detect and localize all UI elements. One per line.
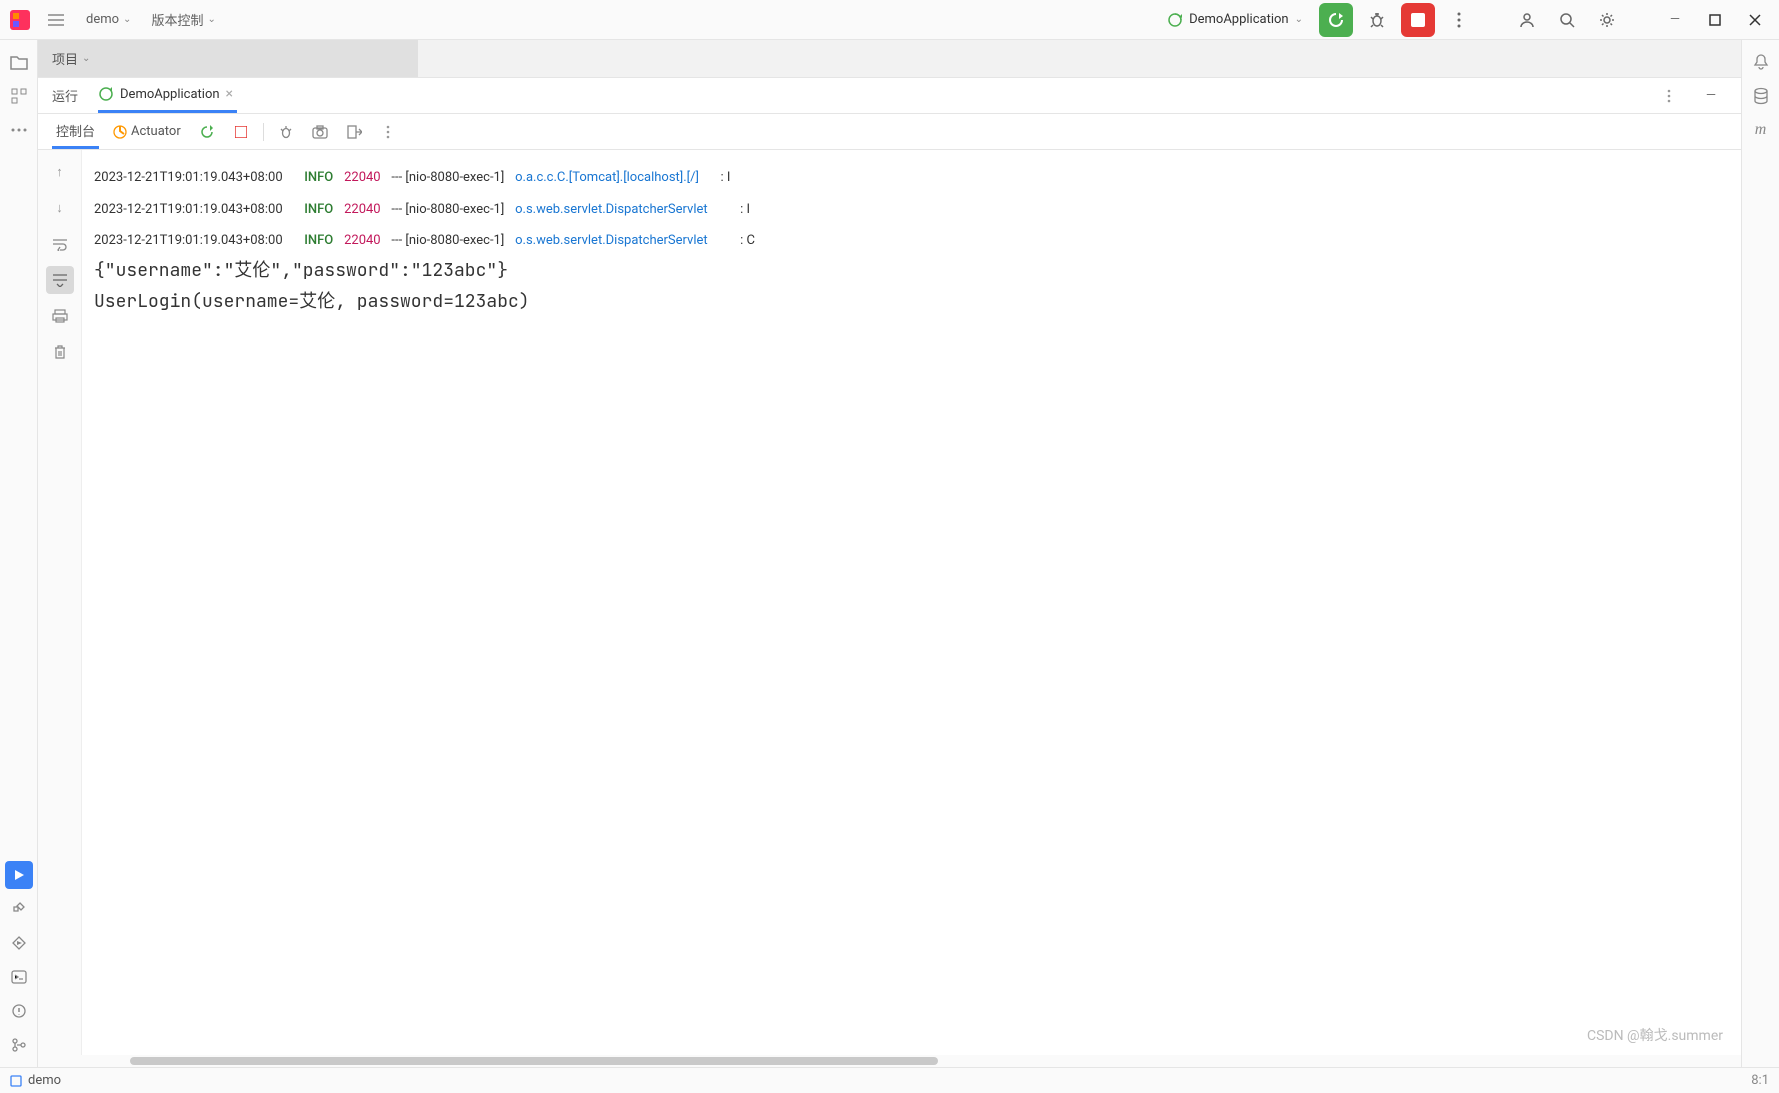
rerun-icon[interactable] xyxy=(195,120,219,144)
problems-icon[interactable] xyxy=(5,997,33,1025)
stop-icon[interactable] xyxy=(229,120,253,144)
debug-button[interactable] xyxy=(1361,4,1393,36)
services-icon[interactable] xyxy=(5,929,33,957)
stop-button[interactable] xyxy=(1401,3,1435,37)
clear-icon[interactable] xyxy=(46,338,74,366)
project-view-icon[interactable] xyxy=(5,48,33,76)
menu-icon[interactable] xyxy=(40,4,72,36)
chevron-down-icon: ⌄ xyxy=(82,53,90,64)
tab-options-icon[interactable] xyxy=(1653,80,1685,112)
watermark: CSDN @翰戈.summer xyxy=(1587,1025,1723,1045)
tab-console[interactable]: 控制台 xyxy=(52,114,99,149)
minimize-panel-icon[interactable]: — xyxy=(1695,80,1727,112)
actuator-icon xyxy=(113,125,127,139)
git-icon[interactable] xyxy=(5,1031,33,1059)
app-logo xyxy=(8,8,32,32)
run-tool-icon[interactable] xyxy=(5,861,33,889)
console-gutter: ↑ ↓ xyxy=(38,150,82,1055)
tab-demo-application[interactable]: DemoApplication × xyxy=(98,78,237,113)
soft-wrap-icon[interactable] xyxy=(46,230,74,258)
close-icon[interactable]: × xyxy=(226,86,233,102)
database-icon[interactable] xyxy=(1747,82,1775,110)
notifications-icon[interactable] xyxy=(1747,48,1775,76)
snapshot-icon[interactable] xyxy=(308,120,332,144)
chevron-down-icon: ⌄ xyxy=(1295,14,1303,25)
more-icon[interactable] xyxy=(376,120,400,144)
log-line: {"username":"艾伦","password":"123abc"} xyxy=(94,255,1729,287)
project-dropdown[interactable]: 项目 ⌄ xyxy=(52,49,90,68)
tab-run[interactable]: 运行 xyxy=(52,78,82,113)
spring-run-icon xyxy=(98,86,114,102)
build-tool-icon[interactable] xyxy=(5,895,33,923)
chevron-down-icon: ⌄ xyxy=(123,14,131,25)
maven-icon[interactable]: m xyxy=(1747,116,1775,144)
close-window[interactable] xyxy=(1739,4,1771,36)
debug-attach-icon[interactable] xyxy=(274,120,298,144)
account-icon[interactable] xyxy=(1511,4,1543,36)
run-config-name: DemoApplication xyxy=(1189,12,1289,27)
chevron-down-icon: ⌄ xyxy=(207,14,215,25)
tab-run-label: 运行 xyxy=(52,86,78,105)
vcs-selector[interactable]: 版本控制 ⌄ xyxy=(145,6,221,33)
exit-icon[interactable] xyxy=(342,120,366,144)
console-tab-label: 控制台 xyxy=(56,121,95,140)
minimize-window[interactable]: — xyxy=(1659,4,1691,36)
run-tabs: 运行 DemoApplication × — xyxy=(38,78,1741,114)
project-bar-label: 项目 xyxy=(52,49,78,68)
tab-actuator[interactable]: Actuator xyxy=(113,124,181,139)
vcs-label: 版本控制 xyxy=(151,10,203,29)
console-output[interactable]: 2023-12-21T19:01:19.043+08:00 INFO 22040… xyxy=(82,150,1741,1055)
run-configuration[interactable]: DemoApplication ⌄ xyxy=(1159,8,1311,32)
left-tool-strip xyxy=(0,40,38,1067)
status-module: demo xyxy=(28,1073,61,1088)
log-line: 2023-12-21T19:01:19.043+08:00 INFO 22040… xyxy=(94,192,1729,224)
scroll-to-end-icon[interactable] xyxy=(46,266,74,294)
titlebar: demo ⌄ 版本控制 ⌄ DemoApplication ⌄ — xyxy=(0,0,1779,40)
console-toolbar: 控制台 Actuator xyxy=(38,114,1741,150)
project-bar: 项目 ⌄ xyxy=(38,40,1741,78)
log-line: UserLogin(username=艾伦, password=123abc) xyxy=(94,286,1729,318)
run-config-icon xyxy=(1167,12,1183,28)
status-bar: demo 8:1 xyxy=(0,1067,1779,1093)
scroll-thumb[interactable] xyxy=(130,1057,938,1065)
cursor-position: 8:1 xyxy=(1751,1073,1769,1088)
tab-app-label: DemoApplication xyxy=(120,87,220,102)
horizontal-scrollbar[interactable] xyxy=(38,1055,1741,1067)
search-icon[interactable] xyxy=(1551,4,1583,36)
module-icon xyxy=(10,1075,22,1087)
project-name: demo xyxy=(86,12,119,27)
log-line: 2023-12-21T19:01:19.043+08:00 INFO 22040… xyxy=(94,223,1729,255)
settings-icon[interactable] xyxy=(1591,4,1623,36)
scroll-down-icon[interactable]: ↓ xyxy=(46,194,74,222)
log-line: 2023-12-21T19:01:19.043+08:00 INFO 22040… xyxy=(94,160,1729,192)
terminal-icon[interactable] xyxy=(5,963,33,991)
maximize-window[interactable] xyxy=(1699,4,1731,36)
actuator-label: Actuator xyxy=(131,124,181,139)
project-selector[interactable]: demo ⌄ xyxy=(80,8,137,31)
structure-view-icon[interactable] xyxy=(5,82,33,110)
rerun-button[interactable] xyxy=(1319,3,1353,37)
print-icon[interactable] xyxy=(46,302,74,330)
right-tool-strip: m xyxy=(1741,40,1779,1067)
more-actions-icon[interactable] xyxy=(1443,4,1475,36)
more-tools-icon[interactable] xyxy=(5,116,33,144)
scroll-up-icon[interactable]: ↑ xyxy=(46,158,74,186)
